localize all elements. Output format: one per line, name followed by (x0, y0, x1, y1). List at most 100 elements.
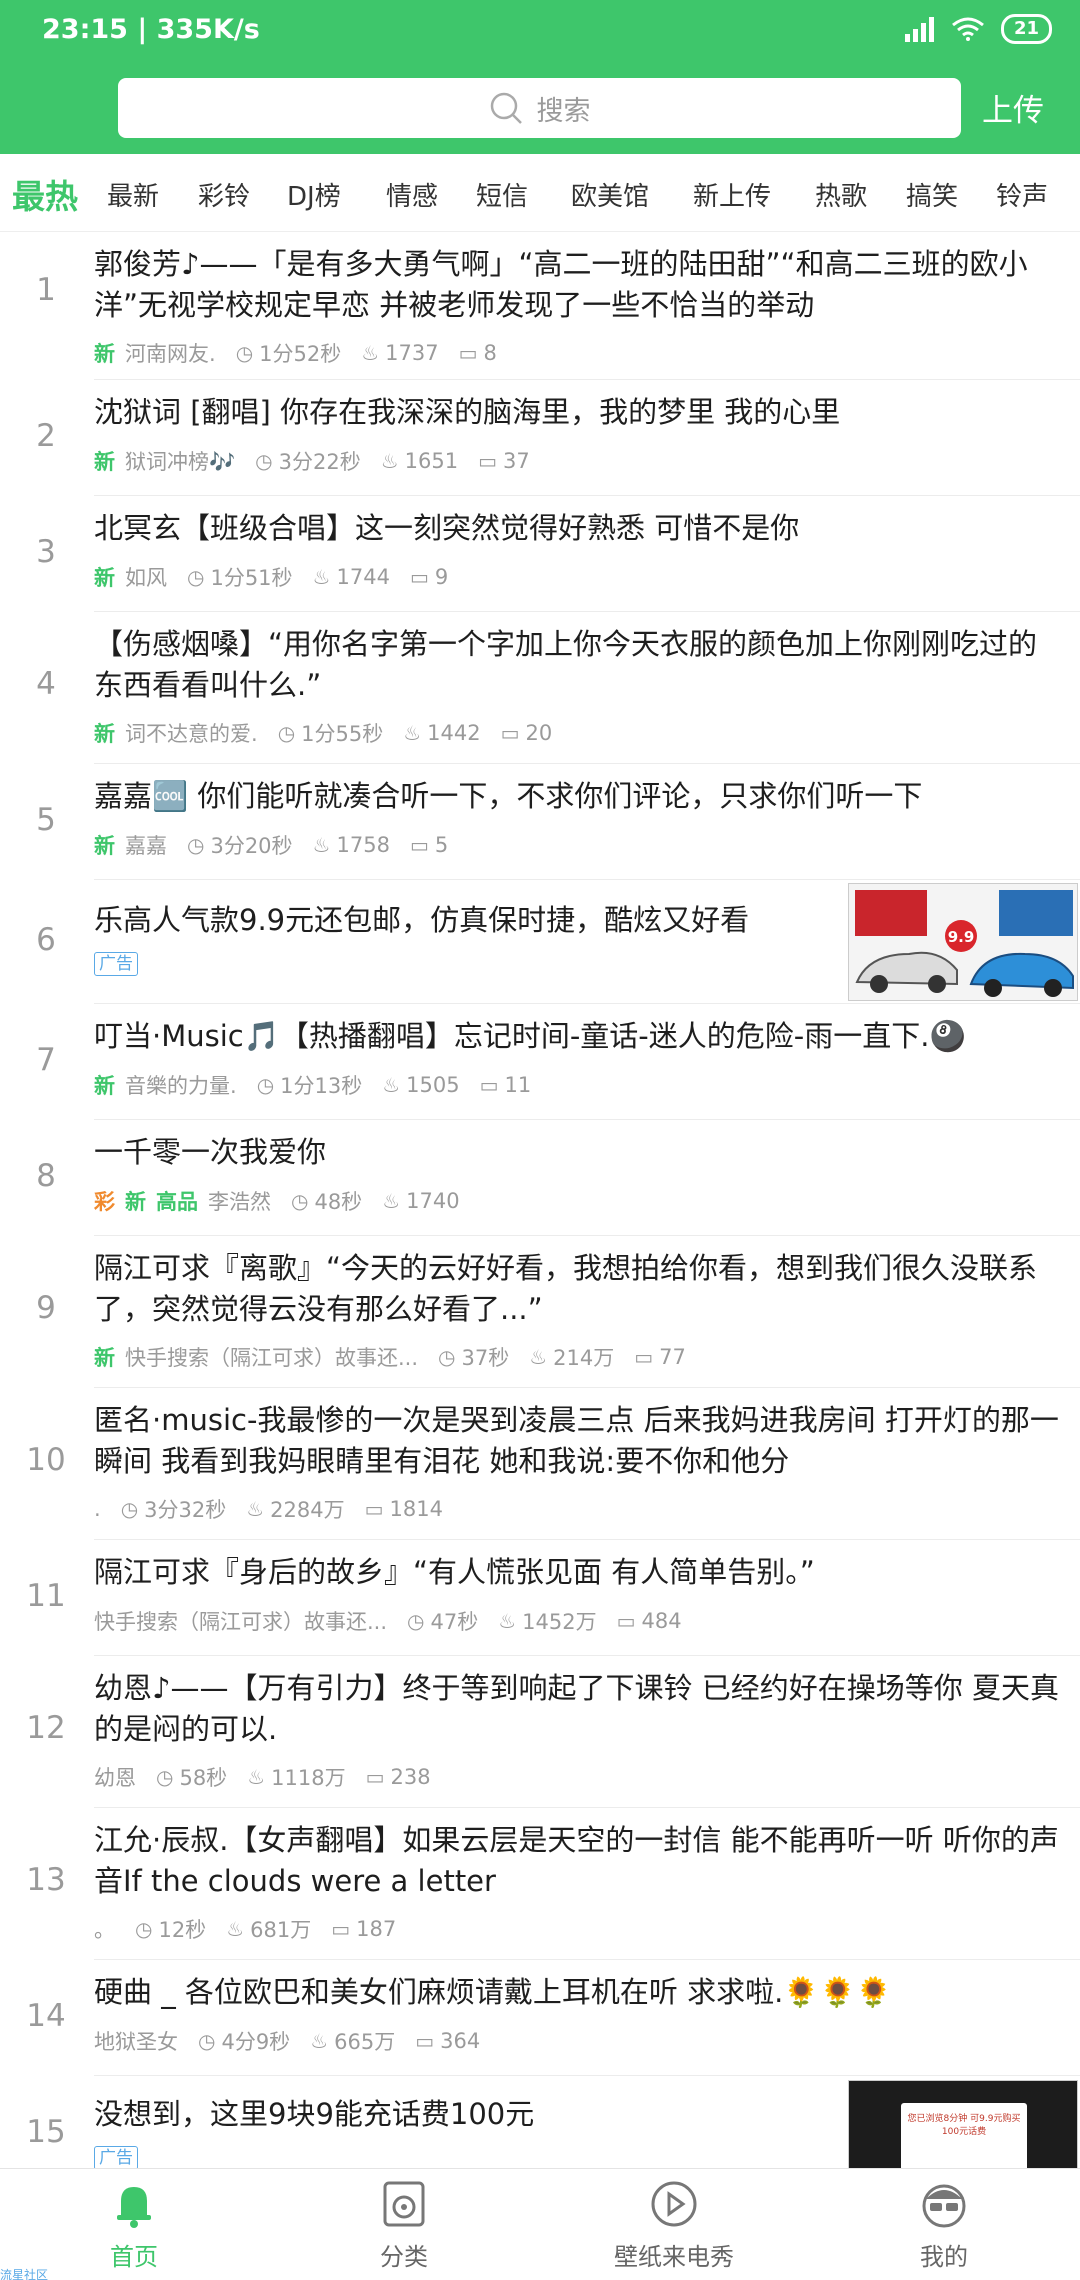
ad-image[interactable]: 9.9 (848, 883, 1078, 1001)
tab-dj-chart[interactable]: DJ榜 (287, 176, 341, 213)
nav-category[interactable]: 分类 (304, 2179, 504, 2272)
comment-icon: ▭ (409, 833, 429, 857)
list-item[interactable]: 4 【伤感烟嗓】“用你名字第一个字加上你今天衣服的颜色加上你刚刚吃过的东西看看叫… (0, 612, 1080, 764)
upload-button[interactable]: 上传 (982, 85, 1044, 130)
search-icon (490, 92, 522, 124)
ad-label: 广告 (94, 952, 138, 976)
ad-item[interactable]: 15 没想到，这里9块9能充话费100元 广告 您已浏览8分钟 可9.9元购买1… (0, 2076, 1080, 2168)
item-duration: 3分32秒 (144, 1498, 227, 1522)
status-bar: 23:15 | 335K/s 21 (0, 0, 1080, 64)
list-item[interactable]: 11 隔江可求『身后的故乡』“有人慌张见面 有人简单告别。” 快手搜索（隔江可求… (0, 1540, 1080, 1656)
ad-item[interactable]: 6 乐高人气款9.9元还包邮，仿真保时捷，酷炫又好看 广告 9.9 (0, 880, 1080, 1004)
ad-image[interactable]: 您已浏览8分钟 可9.9元购买100元话费 (848, 2080, 1078, 2168)
list-item[interactable]: 1 郭俊芳♪——「是有多大勇气啊」“高二一班的陆田甜”“和高二三班的欧小洋”无视… (0, 232, 1080, 380)
clock-icon: ◷ (120, 1497, 139, 1521)
ad-title: 乐高人气款9.9元还包邮，仿真保时捷，酷炫又好看 (94, 903, 750, 937)
avatar-icon (922, 2184, 966, 2228)
high-quality-tag: 高品 (156, 1190, 198, 1214)
car-ad-graphic: 9.9 (849, 884, 1077, 1000)
flame-icon: ♨ (380, 449, 399, 473)
nav-wallpaper-callshow[interactable]: 壁纸来电秀 (574, 2179, 774, 2272)
flame-icon: ♨ (382, 1189, 401, 1213)
item-likes: 1737 (385, 341, 439, 365)
tab-western[interactable]: 欧美馆 (571, 176, 649, 213)
category-tabs: 最热 最新 彩铃 DJ榜 情感 短信 欧美馆 新上传 热歌 搞笑 铃声 (0, 154, 1080, 232)
item-title: 硬曲 _ 各位欧巴和美女们麻烦请戴上耳机在听 求求啦.🌻🌻🌻 (94, 1975, 892, 2009)
item-likes: 665万 (334, 2030, 396, 2054)
item-meta: 新 嘉嘉 ◷ 3分20秒 ♨ 1758 ▭ 5 (94, 830, 448, 860)
comment-icon: ▭ (365, 1765, 385, 1789)
tab-newest[interactable]: 最新 (107, 176, 159, 213)
item-likes: 1505 (406, 1073, 460, 1097)
list-item[interactable]: 3 北冥玄【班级合唱】这一刻突然觉得好熟悉 可惜不是你 新 如风 ◷ 1分51秒 … (0, 496, 1080, 612)
new-tag: 新 (94, 834, 115, 858)
clock-icon: ◷ (135, 1917, 153, 1941)
list-item[interactable]: 13 江允·辰叔.【女声翻唱】如果云层是天空的一封信 能不能再听一听 听你的声音… (0, 1808, 1080, 1960)
clock-icon: ◷ (156, 1765, 174, 1789)
list-item[interactable]: 5 嘉嘉🆒 你们能听就凑合听一下，不求你们评论，只求你们听一下 新 嘉嘉 ◷ 3分… (0, 764, 1080, 880)
item-title: 郭俊芳♪——「是有多大勇气啊」“高二一班的陆田甜”“和高二三班的欧小洋”无视学校… (94, 247, 1028, 322)
clock-icon: ◷ (291, 1189, 309, 1213)
clock-icon: ◷ (187, 565, 205, 589)
list-item[interactable]: 8 一千零一次我爱你 彩 新 高品 李浩然 ◷ 48秒 ♨ 1740 (0, 1120, 1080, 1236)
item-meta: 彩 新 高品 李浩然 ◷ 48秒 ♨ 1740 (94, 1186, 460, 1216)
comment-icon: ▭ (478, 449, 497, 473)
price-badge: 9.9 (948, 928, 975, 946)
clock-icon: ◷ (277, 721, 296, 745)
clock-icon: ◷ (407, 1609, 425, 1633)
tab-ringback[interactable]: 彩铃 (198, 176, 250, 213)
item-meta: 幼恩 ◷ 58秒 ♨ 1118万 ▭ 238 (94, 1762, 431, 1792)
nav-home[interactable]: 首页 (34, 2179, 234, 2272)
rank-number: 1 (36, 272, 56, 308)
tab-sms[interactable]: 短信 (476, 176, 528, 213)
item-comments: 364 (440, 2029, 481, 2053)
search-placeholder: 搜索 (536, 95, 591, 127)
item-comments: 8 (483, 341, 497, 365)
clock-icon: ◷ (256, 1073, 275, 1097)
nav-mine[interactable]: 我的 (844, 2179, 1044, 2272)
flame-icon: ♨ (312, 565, 331, 589)
rank-number: 11 (26, 1578, 66, 1614)
list-item[interactable]: 12 幼恩♪——【万有引力】终于等到响起了下课铃 已经约好在操场等你 夏天真的是… (0, 1656, 1080, 1808)
flame-icon: ♨ (361, 341, 380, 365)
item-comments: 187 (356, 1917, 397, 1941)
list-item[interactable]: 14 硬曲 _ 各位欧巴和美女们麻烦请戴上耳机在听 求求啦.🌻🌻🌻 地狱圣女 ◷… (0, 1960, 1080, 2076)
tab-emotion[interactable]: 情感 (386, 176, 438, 213)
new-tag: 新 (94, 722, 115, 746)
community-link[interactable]: 流星社区 (0, 2266, 48, 2280)
flame-icon: ♨ (226, 1917, 245, 1941)
rank-number: 5 (36, 802, 56, 838)
comment-icon: ▭ (331, 1917, 351, 1941)
flame-icon: ♨ (310, 2029, 329, 2053)
rank-number: 4 (36, 666, 56, 702)
tab-ringtones[interactable]: 铃声 (996, 176, 1048, 213)
item-meta: 新 词不达意的爱. ◷ 1分55秒 ♨ 1442 ▭ 20 (94, 718, 552, 748)
item-duration: 47秒 (430, 1610, 479, 1634)
nav-wallpaper-label: 壁纸来电秀 (614, 2243, 734, 2271)
item-meta: 新 快手搜索（隔江可求）故事还... ◷ 37秒 ♨ 214万 ▭ 77 (94, 1342, 686, 1372)
list-item[interactable]: 10 匿名·music-我最惨的一次是哭到凌晨三点 后来我妈进我房间 打开灯的那… (0, 1388, 1080, 1540)
rank-number: 9 (36, 1290, 56, 1326)
item-comments: 9 (434, 565, 449, 589)
tab-funny[interactable]: 搞笑 (906, 176, 958, 213)
item-duration: 1分51秒 (210, 566, 293, 590)
list-item[interactable]: 9 隔江可求『离歌』“今天的云好好看，我想拍给你看，想到我们很久没联系了，突然觉… (0, 1236, 1080, 1388)
item-likes: 1744 (336, 565, 390, 589)
item-source: 地狱圣女 (94, 2030, 178, 2054)
list-item[interactable]: 2 沈狱词 [翻唱] 你存在我深深的脑海里，我的梦里 我的心里 新 狱词冲榜🎶 … (0, 380, 1080, 496)
top-bar: 23:15 | 335K/s 21 搜索 上传 (0, 0, 1080, 154)
item-likes: 1442 (427, 721, 481, 745)
tab-hot-songs[interactable]: 热歌 (815, 176, 867, 213)
item-meta: 新 如风 ◷ 1分51秒 ♨ 1744 ▭ 9 (94, 562, 448, 592)
new-tag: 新 (94, 342, 115, 366)
flame-icon: ♨ (403, 721, 422, 745)
item-likes: 214万 (553, 1346, 615, 1370)
tab-new-upload[interactable]: 新上传 (693, 176, 771, 213)
tab-hottest[interactable]: 最热 (12, 170, 78, 218)
item-likes: 681万 (250, 1918, 312, 1942)
item-source: 如风 (125, 566, 167, 590)
list-item[interactable]: 7 叮当·Music🎵【热播翻唱】忘记时间-童话-迷人的危险-雨一直下.🎱 新 … (0, 1004, 1080, 1120)
rank-number: 13 (26, 1862, 66, 1898)
search-input[interactable]: 搜索 (118, 78, 961, 138)
ad-image-text: 您已浏览8分钟 可9.9元购买100元话费 (901, 2103, 1027, 2168)
